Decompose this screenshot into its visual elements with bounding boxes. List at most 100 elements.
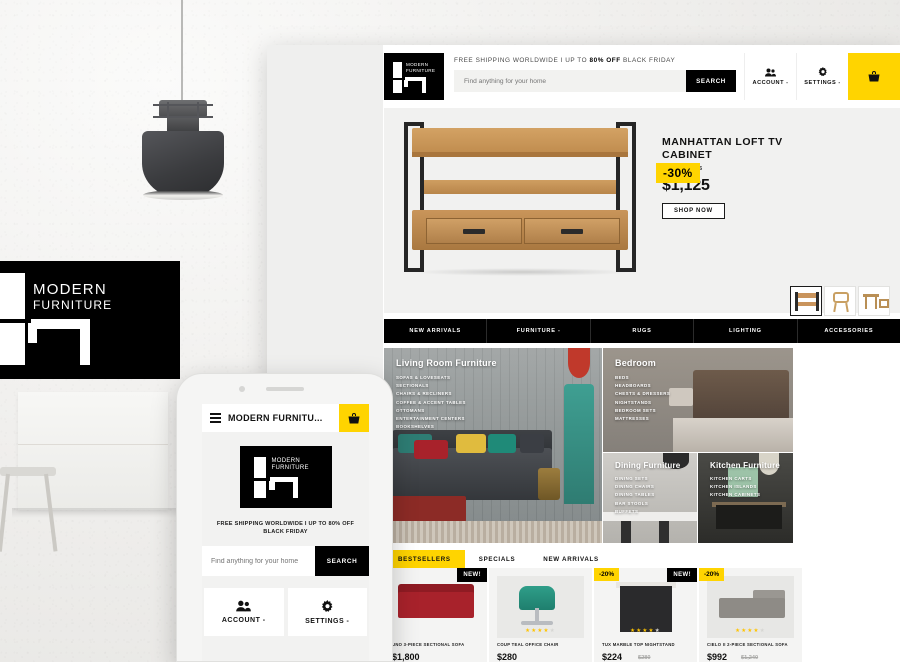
product-old-price: $1,240: [741, 655, 759, 661]
nav-item-lighting[interactable]: LIGHTING: [694, 319, 798, 343]
category-link[interactable]: SECTIONALS: [396, 382, 466, 390]
category-links: SOFAS & LOVESEATS SECTIONALS CHAIRS & RE…: [396, 374, 466, 431]
discount-badge: -20%: [594, 568, 620, 581]
mobile-search-input[interactable]: [202, 546, 315, 576]
category-link[interactable]: KITCHEN ISLANDS: [710, 483, 760, 491]
category-link[interactable]: DINING SETS: [615, 475, 655, 483]
product-image: ★★★★★: [707, 576, 794, 638]
product-price: $1,800: [392, 652, 420, 662]
category-link[interactable]: KITCHEN CABINETS: [710, 491, 760, 499]
category-living-room[interactable]: Living Room Furniture SOFAS & LOVESEATS …: [384, 348, 602, 543]
category-link[interactable]: BOOKSHELVES: [396, 423, 466, 431]
category-title: Dining Furniture: [615, 461, 681, 470]
nav-item-accessories[interactable]: ACCESSORIES: [798, 319, 900, 343]
basket-icon: [868, 71, 880, 82]
brand-logo-text: MODERN FURNITURE: [33, 281, 112, 313]
category-dining[interactable]: Dining Furniture DINING SETS DINING CHAI…: [603, 453, 697, 543]
category-links: BEDS HEADBOARDS CHESTS & DRESSERS NIGHTS…: [615, 374, 670, 423]
category-link[interactable]: OTTOMANS: [396, 407, 466, 415]
pendant-lamp-shade: [142, 131, 224, 198]
account-menu[interactable]: ACCOUNT -: [744, 53, 796, 100]
tab-specials[interactable]: SPECIALS: [465, 550, 530, 569]
hero-title: MANHATTAN LOFT TV CABINET: [662, 136, 783, 161]
mobile-settings-label: SETTINGS -: [305, 617, 350, 625]
category-link[interactable]: HEADBOARDS: [615, 382, 670, 390]
category-link[interactable]: SOFAS & LOVESEATS: [396, 374, 466, 382]
product-card[interactable]: -20% NEW! ★★★★★ TUX MARBLE TOP NIGHTSTAN…: [594, 568, 697, 662]
mobile-account-menu[interactable]: ACCOUNT -: [204, 588, 284, 636]
header-logo[interactable]: MODERN FURNITURE: [384, 53, 444, 100]
pendant-lamp-wire: [181, 0, 183, 100]
hero-discount-badge: -30%: [656, 163, 700, 183]
new-badge: NEW!: [457, 568, 487, 582]
product-card[interactable]: -20% ★★★★★ CIELO II 2-PIECE SECTIONAL SO…: [699, 568, 802, 662]
product-card[interactable]: ★★★★★ COUP TEAL OFFICE CHAIR $280: [489, 568, 592, 662]
promo-banner: FREE SHIPPING WORLDWIDE I UP TO 80% OFF …: [454, 57, 736, 64]
category-link[interactable]: NIGHTSTANDS: [615, 399, 670, 407]
category-link[interactable]: DINING TABLES: [615, 491, 655, 499]
category-link[interactable]: CHESTS & DRESSERS: [615, 390, 670, 398]
settings-menu[interactable]: SETTINGS -: [796, 53, 848, 100]
mobile-cart-button[interactable]: [339, 404, 369, 432]
product-image: ★★★★★: [602, 576, 689, 638]
search-input[interactable]: [454, 70, 686, 92]
category-bedroom[interactable]: Bedroom BEDS HEADBOARDS CHESTS & DRESSER…: [603, 348, 793, 452]
mobile-title: MODERN FURNITU...: [228, 413, 323, 423]
header-center: FREE SHIPPING WORLDWIDE I UP TO 80% OFF …: [444, 53, 744, 100]
discount-badge: -20%: [699, 568, 725, 581]
mobile-search-bar: SEARCH: [202, 546, 369, 576]
account-label: ACCOUNT -: [752, 79, 789, 86]
hero-thumbnail[interactable]: [790, 286, 822, 316]
mobile-account-label: ACCOUNT -: [221, 617, 266, 624]
product-card[interactable]: NEW! UNO 3-PIECE SECTIONAL SOFA $1,800: [384, 568, 487, 662]
product-image: ★★★★★: [497, 576, 584, 638]
category-kitchen[interactable]: Kitchen Furniture KITCHEN CARTS KITCHEN …: [698, 453, 793, 543]
shop-now-button[interactable]: SHOP NOW: [662, 203, 725, 219]
rating-stars: ★★★★★: [630, 628, 661, 634]
mobile-header: MODERN FURNITU...: [202, 404, 369, 432]
hero-thumbnail[interactable]: [824, 286, 856, 316]
product-row: NEW! UNO 3-PIECE SECTIONAL SOFA $1,800 ★…: [384, 568, 900, 662]
tab-new-arrivals[interactable]: NEW ARRIVALS: [529, 550, 613, 569]
category-link[interactable]: BUFFETS: [615, 508, 655, 516]
pendant-lamp-neck: [167, 118, 199, 132]
mobile-logo-line1: MODERN: [271, 458, 300, 464]
category-link[interactable]: DINING CHAIRS: [615, 483, 655, 491]
category-link[interactable]: CHAIRS & RECLINERS: [396, 390, 466, 398]
category-link[interactable]: BAR STOOLS: [615, 500, 655, 508]
white-cabinet: [18, 392, 168, 510]
promo-strong: 80% OFF: [589, 57, 621, 64]
mobile-settings-menu[interactable]: SETTINGS -: [287, 588, 367, 636]
product-image: [392, 576, 479, 638]
category-link[interactable]: BEDS: [615, 374, 670, 382]
promo-prefix: FREE SHIPPING WORLDWIDE I UP TO: [454, 57, 590, 64]
mobile-search-button[interactable]: SEARCH: [315, 546, 369, 576]
category-link[interactable]: ENTERTAINMENT CENTERS: [396, 415, 466, 423]
mobile-logo[interactable]: MODERN FURNITURE: [239, 446, 332, 508]
people-icon: [765, 68, 776, 76]
category-link[interactable]: COFFEE & ACCENT TABLES: [396, 399, 466, 407]
cart-button[interactable]: [848, 53, 900, 100]
category-title: Kitchen Furniture: [710, 461, 781, 470]
category-link[interactable]: BEDROOM SETS: [615, 407, 670, 415]
hero-thumbnail[interactable]: [858, 286, 890, 316]
nav-item-rugs[interactable]: RUGS: [591, 319, 695, 343]
tab-bestsellers[interactable]: BESTSELLERS: [384, 550, 465, 569]
category-link[interactable]: MATTRESSES: [615, 415, 670, 423]
phone-screen: MODERN FURNITU... MODERN FURNITURE FREE …: [202, 404, 369, 661]
hamburger-icon[interactable]: [202, 413, 228, 423]
product-price: $224: [602, 652, 623, 662]
site-header: MODERN FURNITURE FREE SHIPPING WORLDWIDE…: [384, 53, 900, 100]
category-links: KITCHEN CARTS KITCHEN ISLANDS KITCHEN CA…: [710, 475, 760, 500]
pendant-lamp-cage: [153, 102, 213, 124]
search-button[interactable]: SEARCH: [686, 70, 736, 92]
nav-item-furniture[interactable]: FURNITURE -: [487, 319, 591, 343]
brand-logo-mark: [0, 261, 180, 379]
mobile-logo-line2: FURNITURE: [271, 465, 309, 472]
nav-item-new-arrivals[interactable]: NEW ARRIVALS: [384, 319, 488, 343]
mobile-promo-banner: FREE SHIPPING WORLDWIDE I UP TO 80% OFF …: [216, 521, 355, 535]
brand-logo-panel: MODERN FURNITURE: [0, 261, 180, 379]
phone-mockup: MODERN FURNITU... MODERN FURNITURE FREE …: [176, 373, 393, 662]
category-link[interactable]: KITCHEN CARTS: [710, 475, 760, 483]
cabinet-shadow: [12, 508, 178, 518]
